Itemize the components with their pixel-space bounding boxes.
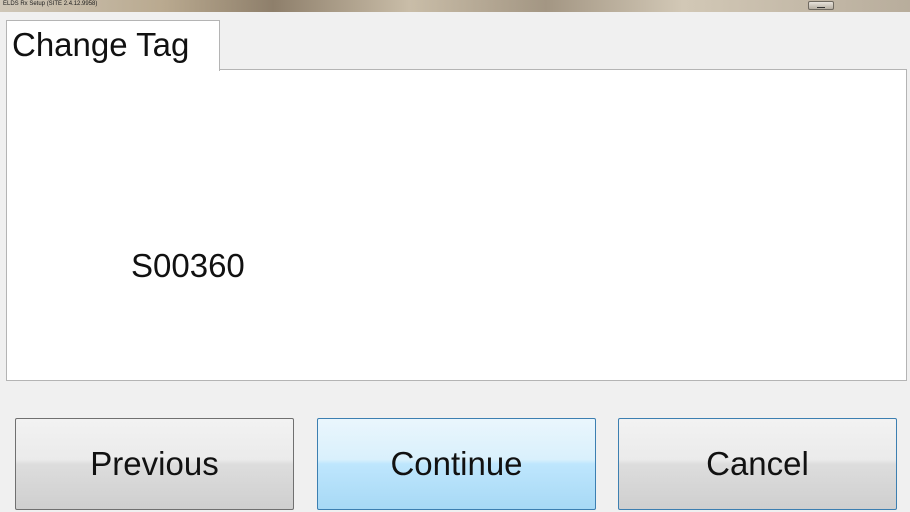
title-bar: ELDS Rx Setup (SITE 2.4.12.9958): [0, 0, 910, 12]
continue-button[interactable]: Continue: [317, 418, 596, 510]
previous-button[interactable]: Previous: [15, 418, 294, 510]
tag-value: S00360: [131, 247, 245, 284]
tab-content-panel: S00360: [6, 69, 907, 381]
cancel-button[interactable]: Cancel: [618, 418, 897, 510]
tab-change-tag[interactable]: Change Tag: [6, 20, 220, 71]
tab-label: Change Tag: [12, 26, 190, 63]
window-title: ELDS Rx Setup (SITE 2.4.12.9958): [3, 1, 98, 7]
minimize-button[interactable]: [808, 1, 834, 10]
